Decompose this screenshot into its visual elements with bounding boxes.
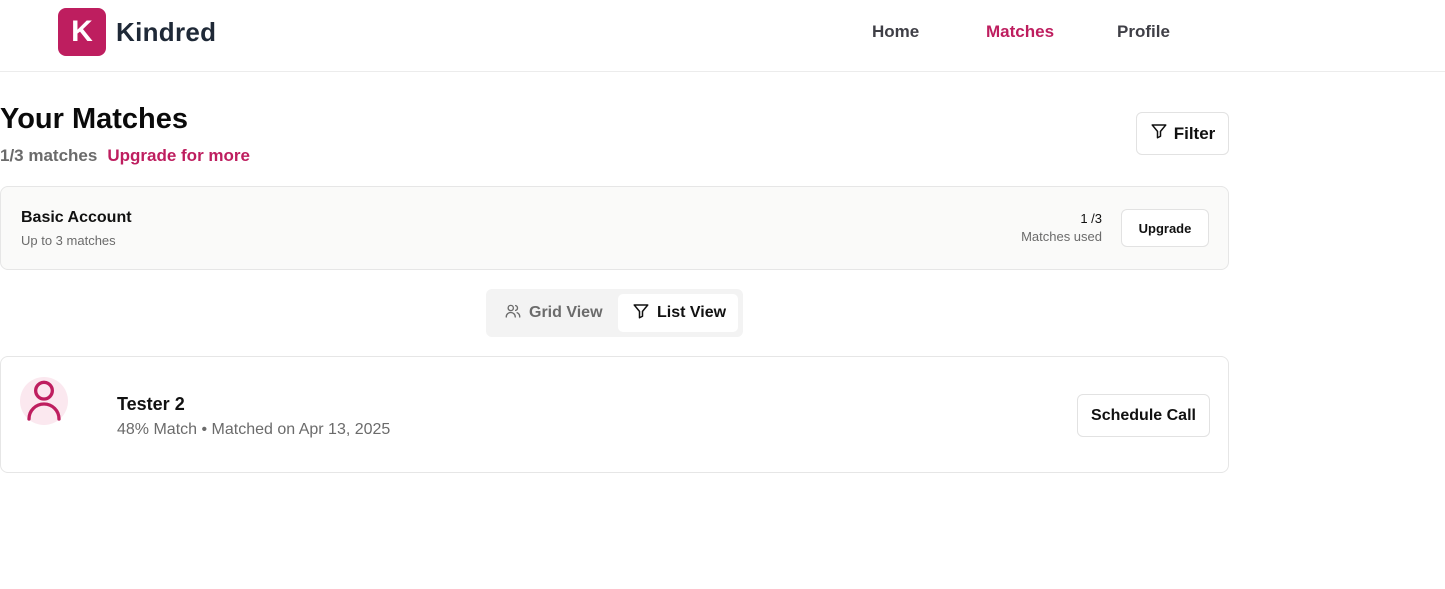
match-card: Tester 2 48% Match • Matched on Apr 13, … — [0, 356, 1229, 473]
filter-icon — [1150, 122, 1168, 145]
account-card: Basic Account Up to 3 matches 1 /3 Match… — [0, 186, 1229, 270]
match-meta: 48% Match • Matched on Apr 13, 2025 — [117, 421, 391, 438]
match-name[interactable]: Tester 2 — [117, 394, 185, 415]
account-subtitle: Up to 3 matches — [21, 233, 116, 248]
list-view-tab[interactable]: List View — [618, 294, 738, 332]
users-icon — [504, 302, 522, 325]
upgrade-button[interactable]: Upgrade — [1121, 209, 1209, 247]
nav-home[interactable]: Home — [872, 22, 919, 42]
schedule-call-button[interactable]: Schedule Call — [1077, 394, 1210, 437]
grid-view-tab[interactable]: Grid View — [504, 294, 603, 332]
match-count-line: 1/3 matches Upgrade for more — [0, 146, 250, 166]
upgrade-for-more-link[interactable]: Upgrade for more — [107, 146, 250, 166]
usage-label: Matches used — [1021, 229, 1102, 244]
page-title: Your Matches — [0, 103, 189, 135]
filter-button[interactable]: Filter — [1136, 112, 1229, 155]
match-count: 1/3 matches — [0, 146, 98, 165]
list-view-label: List View — [657, 304, 727, 321]
brand-name: Kindred — [116, 16, 217, 47]
usage-count: 1 /3 — [1080, 211, 1102, 226]
usage-summary: 1 /3 Matches used — [1021, 211, 1102, 244]
logo-mark: K — [58, 8, 106, 56]
view-toggle: Grid View List View — [486, 289, 743, 337]
filter-label: Filter — [1173, 123, 1216, 143]
brand-logo[interactable]: K Kindred — [58, 8, 216, 56]
user-icon — [24, 377, 64, 426]
nav-profile[interactable]: Profile — [1117, 22, 1170, 42]
nav-matches[interactable]: Matches — [986, 22, 1054, 42]
filter-icon — [632, 302, 650, 325]
account-title: Basic Account — [21, 209, 132, 226]
avatar — [20, 377, 68, 425]
top-header: K Kindred Home Matches Profile — [0, 0, 1445, 72]
grid-view-label: Grid View — [529, 304, 603, 321]
